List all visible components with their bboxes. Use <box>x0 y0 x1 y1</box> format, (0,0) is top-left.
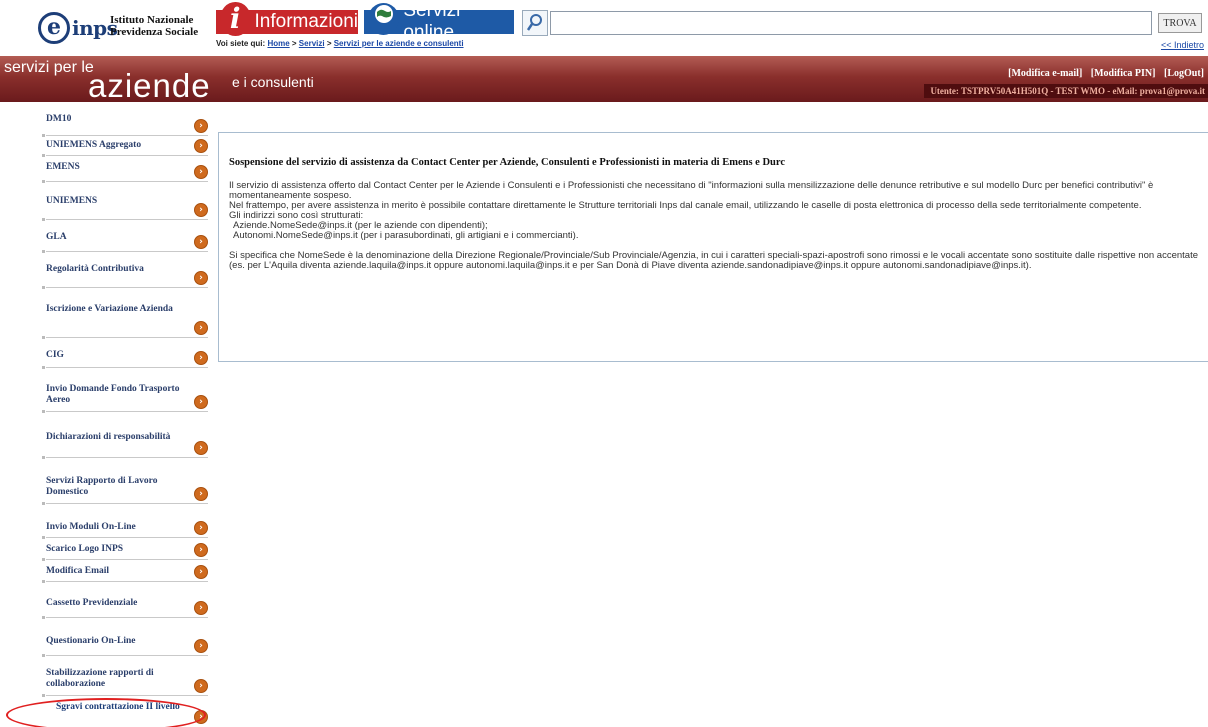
sidebar-item-label: GLA <box>46 232 67 242</box>
notice-address: Autonomi.NomeSede@inps.it (per i parasub… <box>233 230 579 241</box>
sidebar-item-gla[interactable]: GLA › <box>42 232 208 253</box>
sidebar-item-label: CIG <box>46 350 64 360</box>
notice-body: Il servizio di assistenza offerto dal Co… <box>229 181 1204 271</box>
org-name: Istituto Nazionale Previdenza Sociale <box>110 14 198 38</box>
arrow-right-icon: › <box>194 203 208 217</box>
breadcrumb-current[interactable]: Servizi per le aziende e consulenti <box>334 39 464 48</box>
arrow-right-icon: › <box>194 543 208 557</box>
org-name-line1: Istituto Nazionale <box>110 14 194 26</box>
sidebar-item-label: Scarico Logo INPS <box>46 544 124 554</box>
arrow-right-icon: › <box>194 235 208 249</box>
arrow-right-icon: › <box>194 601 208 615</box>
user-info: Utente: TSTPRV50A41H501Q - TEST WMO - eM… <box>924 84 1208 98</box>
arrow-right-icon: › <box>194 351 208 365</box>
arrow-right-icon: › <box>194 441 208 455</box>
sidebar-item-dichiarazioni[interactable]: Dichiarazioni di responsabilità › <box>42 432 208 459</box>
sidebar-item-label: Servizi Rapporto di Lavoro Domestico <box>46 476 158 497</box>
notice-box: Sospensione del servizio di assistenza d… <box>218 132 1208 362</box>
sidebar-item-label: Questionario On-Line <box>46 636 136 646</box>
account-links: [Modifica e-mail] [Modifica PIN] [LogOut… <box>1002 68 1204 79</box>
sidebar-item-label: Modifica Email <box>46 566 110 576</box>
notice-title: Sospensione del servizio di assistenza d… <box>229 157 786 168</box>
arrow-right-icon: › <box>194 521 208 535</box>
arrow-right-icon: › <box>194 679 208 693</box>
sidebar-item-fondo-trasporto-aereo[interactable]: Invio Domande Fondo Trasporto Aereo › <box>42 384 208 413</box>
org-name-line2: Previdenza Sociale <box>110 26 199 38</box>
sidebar-item-cig[interactable]: CIG › <box>42 350 208 369</box>
notice-paragraph: Il servizio di assistenza offerto dal Co… <box>229 180 1154 201</box>
breadcrumb-home[interactable]: Home <box>267 39 289 48</box>
sidebar-item-uniemens[interactable]: UNIEMENS › <box>42 196 208 221</box>
banner-line1: servizi per le <box>4 59 94 76</box>
tab-servizi-label: Servizi online <box>403 0 461 43</box>
notice-paragraph: Nel frattempo, per avere assistenza in m… <box>229 200 1142 211</box>
tab-informazioni-label: Informazioni <box>254 11 359 32</box>
sidebar-item-label: Cassetto Previdenziale <box>46 598 138 608</box>
service-banner: servizi per le aziende e i consulenti [M… <box>0 56 1208 104</box>
modifica-pin-link[interactable]: [Modifica PIN] <box>1091 68 1156 79</box>
inps-logo[interactable]: e inps <box>38 12 118 44</box>
globe-icon <box>368 3 400 35</box>
breadcrumb: Voi siete qui: Home > Servizi > Servizi … <box>216 39 464 48</box>
modifica-email-link[interactable]: [Modifica e-mail] <box>1008 68 1082 79</box>
sidebar-item-label: Regolarità Contributiva <box>46 264 144 274</box>
sidebar-item-label: Invio Domande Fondo Trasporto Aereo <box>46 384 180 405</box>
search-button[interactable]: TROVA <box>1158 13 1202 33</box>
logout-link[interactable]: [LogOut] <box>1164 68 1204 79</box>
info-icon: i <box>220 2 251 36</box>
sidebar-item-regolarita-contributiva[interactable]: Regolarità Contributiva › <box>42 264 208 289</box>
sidebar-item-iscrizione-azienda[interactable]: Iscrizione e Variazione Azienda › <box>42 304 208 339</box>
search-input[interactable] <box>550 11 1152 35</box>
sidebar-item-label: UNIEMENS Aggregato <box>46 140 142 150</box>
sidebar-item-label: DM10 <box>46 114 72 124</box>
search-icon[interactable] <box>522 10 548 36</box>
sidebar-item-stabilizzazione[interactable]: Stabilizzazione rapporti di collaborazio… <box>42 668 208 697</box>
sidebar-item-questionario[interactable]: Questionario On-Line › <box>42 636 208 657</box>
notice-paragraph: (es. per L'Aquila diventa aziende.laquil… <box>229 260 1032 271</box>
sidebar-item-cassetto-previdenziale[interactable]: Cassetto Previdenziale › <box>42 598 208 619</box>
sidebar-item-scarico-logo[interactable]: Scarico Logo INPS › <box>42 543 208 561</box>
banner-title: aziende <box>88 67 211 104</box>
arrow-right-icon: › <box>194 395 208 409</box>
sidebar-item-dm10[interactable]: DM10 › <box>42 114 208 137</box>
sidebar-item-label: Invio Moduli On-Line <box>46 522 136 532</box>
arrow-right-icon: › <box>194 565 208 579</box>
breadcrumb-prefix: Voi siete qui: <box>216 39 266 48</box>
tab-informazioni[interactable]: i Informazioni <box>216 2 359 36</box>
banner-line3: e i consulenti <box>232 74 314 90</box>
arrow-right-icon: › <box>194 487 208 501</box>
sidebar-item-invio-moduli[interactable]: Invio Moduli On-Line › <box>42 521 208 539</box>
arrow-right-icon: › <box>194 639 208 653</box>
sidebar-item-label: Iscrizione e Variazione Azienda <box>46 304 173 314</box>
highlight-circle <box>6 698 206 727</box>
sidebar-item-label: EMENS <box>46 162 80 172</box>
top-bar: e inps Istituto Nazionale Previdenza Soc… <box>0 0 1208 56</box>
arrow-right-icon: › <box>194 271 208 285</box>
tab-servizi-online[interactable]: Servizi online <box>364 0 514 43</box>
sidebar-item-emens[interactable]: EMENS › <box>42 162 208 183</box>
sidebar-menu: DM10 › UNIEMENS Aggregato › EMENS › UNIEMEN… <box>0 102 214 727</box>
breadcrumb-servizi[interactable]: Servizi <box>299 39 325 48</box>
back-link[interactable]: << Indietro <box>1161 40 1204 50</box>
arrow-right-icon: › <box>194 165 208 179</box>
sidebar-item-label: UNIEMENS <box>46 196 98 206</box>
sidebar-item-modifica-email[interactable]: Modifica Email › <box>42 565 208 583</box>
sidebar-item-label: Stabilizzazione rapporti di collaborazio… <box>46 668 154 689</box>
sidebar-item-lavoro-domestico[interactable]: Servizi Rapporto di Lavoro Domestico › <box>42 476 208 505</box>
arrow-right-icon: › <box>194 119 208 133</box>
logo-e-icon: e <box>38 12 70 44</box>
sidebar-item-label: Dichiarazioni di responsabilità <box>46 432 171 442</box>
arrow-right-icon: › <box>194 321 208 335</box>
arrow-right-icon: › <box>194 139 208 153</box>
sidebar-item-uniemens-aggregato[interactable]: UNIEMENS Aggregato › <box>42 139 208 157</box>
